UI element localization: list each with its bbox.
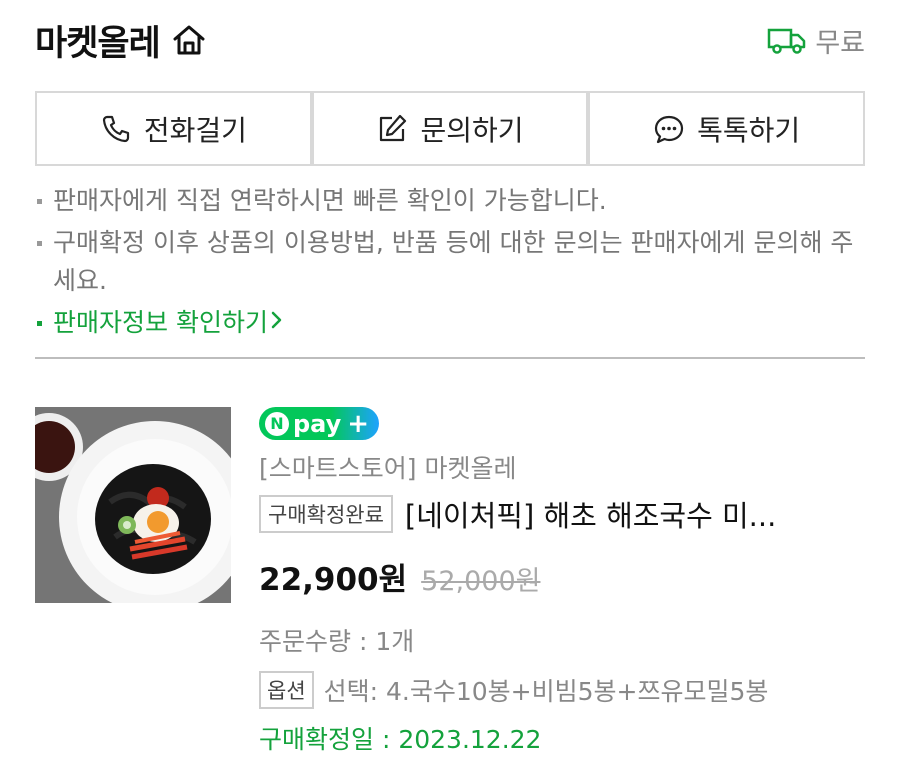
npay-label: pay: [293, 409, 342, 438]
talktalk-button[interactable]: 톡톡하기: [588, 91, 866, 166]
original-price: 52,000원: [421, 566, 541, 597]
contact-buttons: 전화걸기 문의하기 톡톡하기: [35, 91, 866, 166]
option-row: 옵션 선택: 4.국수10봉+비빔5봉+쯔유모밀5봉: [259, 671, 865, 709]
store-name[interactable]: 마켓올레: [35, 15, 161, 66]
sale-price: 22,900원: [259, 562, 408, 598]
edit-icon: [376, 113, 408, 145]
shipping-label: 무료: [815, 27, 865, 59]
chevron-right-icon: [270, 304, 284, 342]
chat-bubble-icon: [653, 113, 685, 145]
home-icon[interactable]: [170, 21, 208, 59]
phone-icon: [100, 113, 132, 145]
seller-info-link[interactable]: 판매자정보 확인하기: [35, 304, 865, 342]
inquiry-button[interactable]: 문의하기: [311, 91, 589, 166]
shipping-info: 무료: [767, 21, 865, 60]
store-header: 마켓올레 무료: [35, 14, 865, 66]
product-name[interactable]: [네이처픽] 해초 해조국수 미...: [405, 493, 865, 535]
product-info: N pay + [스마트스토어] 마켓올레 구매확정완료 [네이처픽] 해초 해…: [259, 407, 865, 757]
notice-item: 구매확정 이후 상품의 이용방법, 반품 등에 대한 문의는 판매자에게 문의해…: [35, 224, 865, 300]
price-row: 22,900원 52,000원: [259, 554, 865, 599]
option-badge: 옵션: [259, 671, 314, 709]
option-text: 선택: 4.국수10봉+비빔5봉+쯔유모밀5봉: [323, 677, 769, 706]
confirm-date: 구매확정일 : 2023.12.22: [259, 725, 542, 754]
product-title-row: 구매확정완료 [네이처픽] 해초 해조국수 미...: [259, 494, 865, 534]
notice-item: 판매자에게 직접 연락하시면 빠른 확인이 가능합니다.: [35, 182, 865, 220]
naver-n-icon: N: [265, 411, 289, 436]
seller-name[interactable]: [스마트스토어] 마켓올레: [259, 452, 865, 486]
seller-info-link-label: 판매자정보 확인하기: [53, 308, 268, 337]
talktalk-button-label: 톡톡하기: [697, 113, 801, 147]
product-thumbnail[interactable]: [35, 407, 231, 603]
section-divider: [35, 357, 865, 359]
npay-badge: N pay +: [259, 407, 379, 440]
call-button[interactable]: 전화걸기: [35, 91, 312, 166]
plus-icon: +: [347, 408, 370, 439]
inquiry-button-label: 문의하기: [420, 113, 524, 147]
order-quantity: 주문수량 : 1개: [259, 627, 415, 656]
product-card[interactable]: N pay + [스마트스토어] 마켓올레 구매확정완료 [네이처픽] 해초 해…: [35, 407, 865, 754]
status-badge: 구매확정완료: [259, 495, 393, 533]
call-button-label: 전화걸기: [143, 113, 247, 147]
store-title[interactable]: 마켓올레: [35, 15, 208, 66]
truck-icon: [767, 25, 807, 55]
notice-list: 판매자에게 직접 연락하시면 빠른 확인이 가능합니다. 구매확정 이후 상품의…: [35, 182, 865, 346]
order-detail-page: 마켓올레 무료 전화걸기 문의하기 톡톡하기 판매자에게 직접 연락하시면 빠른…: [0, 0, 900, 764]
